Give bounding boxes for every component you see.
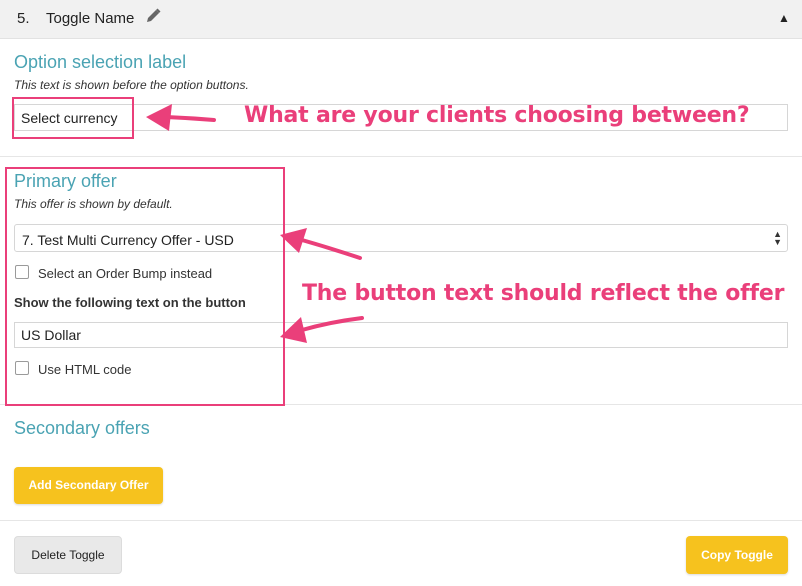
- arrow-to-button-text-input: [280, 316, 364, 343]
- arrow-to-offer-select: [280, 228, 362, 260]
- annotation-arrows: [146, 104, 364, 343]
- arrow-to-option-input: [146, 104, 216, 131]
